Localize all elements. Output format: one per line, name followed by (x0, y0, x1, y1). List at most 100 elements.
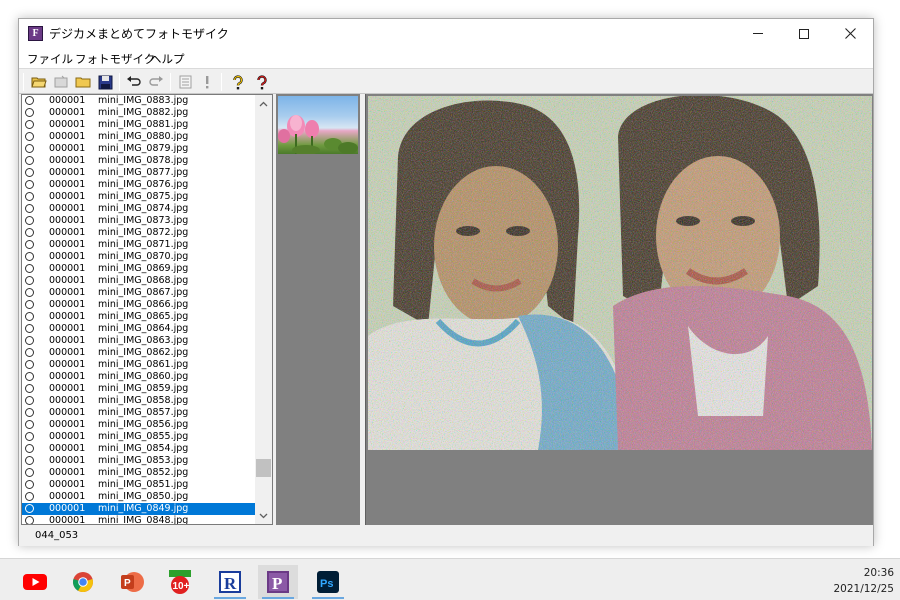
radio-button[interactable] (25, 324, 34, 333)
undo-button[interactable] (125, 73, 143, 91)
radio-button[interactable] (25, 120, 34, 129)
file-list-row[interactable]: 000001 mini_IMG_0849.jpg (22, 503, 256, 515)
radio-button[interactable] (25, 204, 34, 213)
file-list-row[interactable]: 000001 mini_IMG_0877.jpg (22, 167, 256, 179)
radio-button[interactable] (25, 252, 34, 261)
file-list-row[interactable]: 000001 mini_IMG_0869.jpg (22, 263, 256, 275)
file-list-row[interactable]: 000001 mini_IMG_0860.jpg (22, 371, 256, 383)
taskbar-youtube[interactable] (15, 565, 55, 599)
radio-button[interactable] (25, 480, 34, 489)
file-list-row[interactable]: 000001 mini_IMG_0851.jpg (22, 479, 256, 491)
folder-button[interactable] (74, 73, 92, 91)
file-list-row[interactable]: 000001 mini_IMG_0882.jpg (22, 107, 256, 119)
radio-button[interactable] (25, 192, 34, 201)
file-list-row[interactable]: 000001 mini_IMG_0871.jpg (22, 239, 256, 251)
radio-button[interactable] (25, 228, 34, 237)
file-list-row[interactable]: 000001 mini_IMG_0868.jpg (22, 275, 256, 287)
file-list-row[interactable]: 000001 mini_IMG_0874.jpg (22, 203, 256, 215)
radio-button[interactable] (25, 360, 34, 369)
scroll-down-button[interactable] (255, 507, 272, 524)
title-bar[interactable]: F デジカメまとめてフォトモザイク (19, 19, 873, 48)
radio-button[interactable] (25, 264, 34, 273)
save-button[interactable] (96, 73, 114, 91)
file-list-row[interactable]: 000001 mini_IMG_0878.jpg (22, 155, 256, 167)
file-list-row[interactable]: 000001 mini_IMG_0881.jpg (22, 119, 256, 131)
radio-button[interactable] (25, 144, 34, 153)
radio-button[interactable] (25, 456, 34, 465)
file-list-row[interactable]: 000001 mini_IMG_0850.jpg (22, 491, 256, 503)
radio-button[interactable] (25, 420, 34, 429)
vertical-scrollbar[interactable] (255, 95, 272, 524)
radio-button[interactable] (25, 312, 34, 321)
radio-button[interactable] (25, 468, 34, 477)
mosaic-image[interactable] (368, 96, 872, 450)
system-clock[interactable]: 20:36 2021/12/25 (833, 565, 894, 597)
file-list-row[interactable]: 000001 mini_IMG_0875.jpg (22, 191, 256, 203)
taskbar-r-app[interactable]: R (210, 565, 250, 599)
file-list-row[interactable]: 000001 mini_IMG_0879.jpg (22, 143, 256, 155)
file-list-row[interactable]: 000001 mini_IMG_0858.jpg (22, 395, 256, 407)
maximize-button[interactable] (781, 19, 827, 48)
file-list-row[interactable]: 000001 mini_IMG_0855.jpg (22, 431, 256, 443)
list-button[interactable] (176, 73, 194, 91)
radio-button[interactable] (25, 372, 34, 381)
file-list-row[interactable]: 000001 mini_IMG_0853.jpg (22, 455, 256, 467)
radio-button[interactable] (25, 432, 34, 441)
close-button[interactable] (827, 19, 873, 48)
file-list-row[interactable]: 000001 mini_IMG_0880.jpg (22, 131, 256, 143)
file-list-row[interactable]: 000001 mini_IMG_0864.jpg (22, 323, 256, 335)
file-list-row[interactable]: 000001 mini_IMG_0873.jpg (22, 215, 256, 227)
exclamation-button[interactable] (198, 73, 216, 91)
radio-button[interactable] (25, 516, 34, 524)
menu-help[interactable]: ヘルプ (150, 51, 185, 67)
radio-button[interactable] (25, 300, 34, 309)
file-list-row[interactable]: 000001 mini_IMG_0863.jpg (22, 335, 256, 347)
taskbar-10plus[interactable]: 10+ (160, 565, 200, 599)
radio-button[interactable] (25, 240, 34, 249)
help-button[interactable] (229, 73, 247, 91)
tulip-thumbnail[interactable] (278, 96, 358, 154)
radio-button[interactable] (25, 132, 34, 141)
file-list[interactable]: 000001 mini_IMG_0883.jpg 000001 mini_IMG_08… (21, 94, 273, 525)
radio-button[interactable] (25, 408, 34, 417)
file-list-row[interactable]: 000001 mini_IMG_0862.jpg (22, 347, 256, 359)
radio-button[interactable] (25, 348, 34, 357)
taskbar-chrome[interactable] (63, 565, 103, 599)
file-list-row[interactable]: 000001 mini_IMG_0866.jpg (22, 299, 256, 311)
radio-button[interactable] (25, 384, 34, 393)
redo-button[interactable] (147, 73, 165, 91)
open-button[interactable] (30, 73, 48, 91)
help-context-button[interactable] (253, 73, 271, 91)
file-list-row[interactable]: 000001 mini_IMG_0870.jpg (22, 251, 256, 263)
file-list-row[interactable]: 000001 mini_IMG_0859.jpg (22, 383, 256, 395)
file-list-row[interactable]: 000001 mini_IMG_0852.jpg (22, 467, 256, 479)
file-list-row[interactable]: 000001 mini_IMG_0883.jpg (22, 95, 256, 107)
file-list-row[interactable]: 000001 mini_IMG_0865.jpg (22, 311, 256, 323)
file-list-row[interactable]: 000001 mini_IMG_0876.jpg (22, 179, 256, 191)
radio-button[interactable] (25, 156, 34, 165)
radio-button[interactable] (25, 276, 34, 285)
taskbar-powerpoint[interactable]: P (112, 565, 152, 599)
file-list-row[interactable]: 000001 mini_IMG_0857.jpg (22, 407, 256, 419)
radio-button[interactable] (25, 288, 34, 297)
radio-button[interactable] (25, 96, 34, 105)
scroll-thumb[interactable] (256, 459, 271, 477)
radio-button[interactable] (25, 108, 34, 117)
new-image-button[interactable] (52, 73, 70, 91)
radio-button[interactable] (25, 216, 34, 225)
menu-photomosaic[interactable]: フォトモザイク (75, 51, 155, 67)
file-list-row[interactable]: 000001 mini_IMG_0861.jpg (22, 359, 256, 371)
taskbar-photoshop[interactable]: Ps (308, 565, 348, 599)
radio-button[interactable] (25, 444, 34, 453)
radio-button[interactable] (25, 168, 34, 177)
file-list-row[interactable]: 000001 mini_IMG_0867.jpg (22, 287, 256, 299)
scroll-up-button[interactable] (255, 95, 272, 112)
radio-button[interactable] (25, 396, 34, 405)
radio-button[interactable] (25, 504, 34, 513)
taskbar-photomosaic[interactable]: P (258, 565, 298, 599)
minimize-button[interactable] (735, 19, 781, 48)
file-list-row[interactable]: 000001 mini_IMG_0854.jpg (22, 443, 256, 455)
file-list-row[interactable]: 000001 mini_IMG_0872.jpg (22, 227, 256, 239)
menu-file[interactable]: ファイル (27, 51, 73, 67)
file-list-row[interactable]: 000001 mini_IMG_0848.jpg (22, 515, 256, 524)
